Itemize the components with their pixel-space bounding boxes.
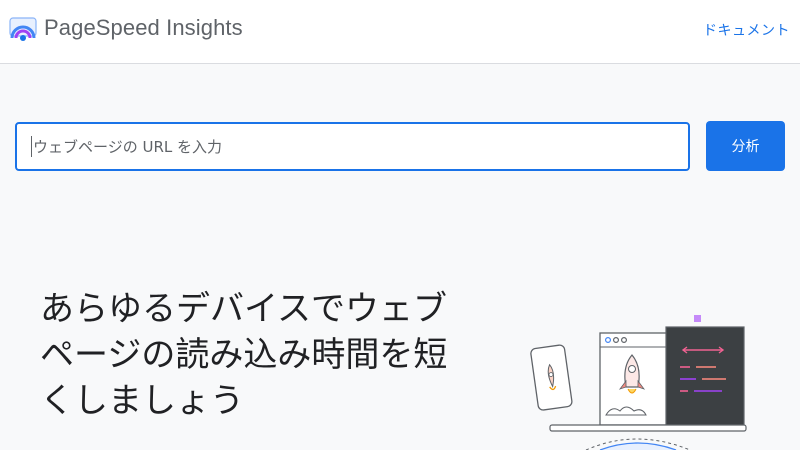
app-title: PageSpeed Insights bbox=[44, 15, 243, 40]
hero-line-3: くしましょう bbox=[40, 381, 244, 421]
hero-heading: あらゆるデバイスでウェブ ページの読み込み時間を短 くしましょう bbox=[40, 286, 510, 424]
hero-line-1: あらゆるデバイスでウェブ bbox=[40, 289, 447, 329]
top-header: PageSpeed Insights ドキュメント bbox=[0, 0, 800, 64]
docs-link[interactable]: ドキュメント bbox=[703, 20, 790, 40]
rocket-devices-illustration bbox=[530, 315, 747, 450]
analyze-button[interactable]: 分析 bbox=[706, 121, 785, 171]
hero-line-2: ページの読み込み時間を短 bbox=[40, 335, 448, 375]
pagespeed-gauge-icon[interactable] bbox=[9, 16, 37, 44]
text-caret bbox=[31, 136, 32, 157]
url-input[interactable] bbox=[15, 122, 690, 171]
